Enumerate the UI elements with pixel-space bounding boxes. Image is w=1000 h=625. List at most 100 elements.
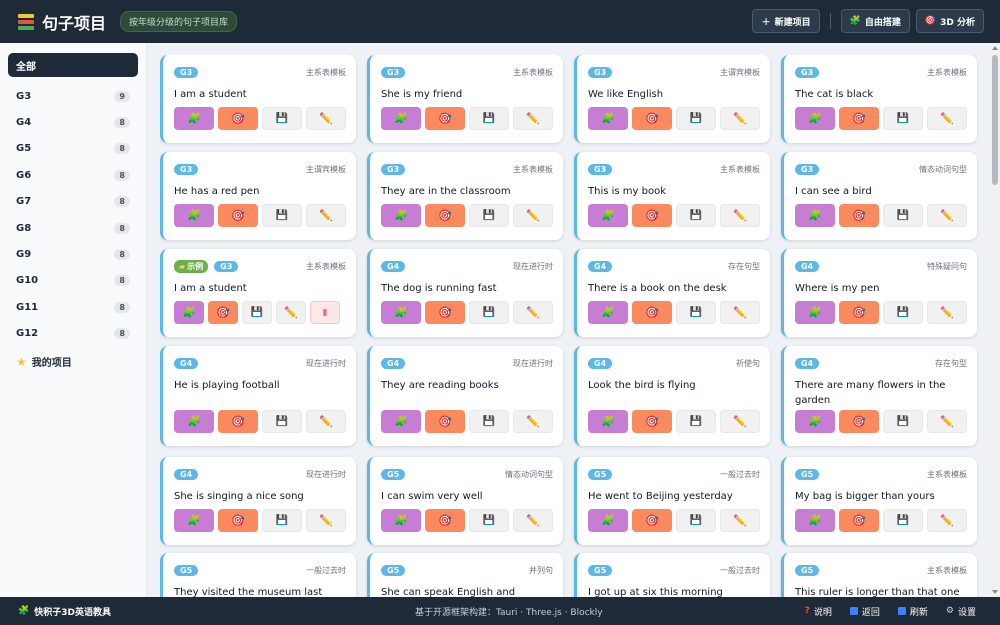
analyze-button[interactable]: 🎯 [425,107,465,130]
build-button[interactable]: 🧩 [588,204,628,227]
project-card[interactable]: G3 情态动词句型 I can see a bird 🧩 🎯 💾 ✏️ [781,152,977,240]
project-card[interactable]: G3 主谓宾模板 He has a red pen 🧩 🎯 💾 ✏️ [160,152,356,240]
project-card[interactable]: G4 现在进行时 The dog is running fast 🧩 🎯 💾 ✏… [367,249,563,337]
save-button[interactable]: 💾 [883,301,923,324]
analyze-button[interactable]: 🎯 [218,107,258,130]
build-button[interactable]: 🧩 [588,509,628,532]
save-button[interactable]: 💾 [883,204,923,227]
help-link[interactable]: ? 说明 [805,605,832,618]
scroll-down-icon[interactable] [992,590,998,594]
settings-link[interactable]: ⚙ 设置 [946,605,976,618]
analyze-button[interactable]: 🎯 [218,410,258,433]
edit-button[interactable]: ✏️ [927,509,967,532]
save-button[interactable]: 💾 [262,204,302,227]
analyze-button[interactable]: 🎯 [425,410,465,433]
edit-button[interactable]: ✏️ [306,204,346,227]
edit-button[interactable]: ✏️ [276,301,306,324]
edit-button[interactable]: ✏️ [720,204,760,227]
analyze-button[interactable]: 🎯 [839,509,879,532]
sidebar-item-all[interactable]: 全部 [8,53,138,77]
project-card[interactable]: G3 主系表模板 I am a student 🧩 🎯 💾 ✏️ [160,55,356,143]
build-button[interactable]: 🧩 [174,301,204,324]
project-card[interactable]: G5 主系表模板 This ruler is longer than that … [781,553,977,597]
project-card[interactable]: G3 主系表模板 The cat is black 🧩 🎯 💾 ✏️ [781,55,977,143]
save-button[interactable]: 💾 [242,301,272,324]
project-card[interactable]: G5 一般过去时 They visited the museum last we… [160,553,356,597]
save-button[interactable]: 💾 [883,107,923,130]
analyze-button[interactable]: 🎯 [425,301,465,324]
build-button[interactable]: 🧩 [795,204,835,227]
project-card[interactable]: G5 一般过去时 He went to Beijing yesterday 🧩 … [574,457,770,545]
sidebar-item-g9[interactable]: G9 8 [0,241,146,267]
save-button[interactable]: 💾 [469,107,509,130]
project-card[interactable]: G5 情态动词句型 I can swim very well 🧩 🎯 💾 ✏️ [367,457,563,545]
analyze-button[interactable]: 🎯 [218,509,258,532]
analyze-button[interactable]: 🎯 [839,301,879,324]
project-card[interactable]: G4 现在进行时 He is playing football 🧩 🎯 💾 ✏️ [160,346,356,446]
project-card[interactable]: G3 主系表模板 This is my book 🧩 🎯 💾 ✏️ [574,152,770,240]
edit-button[interactable]: ✏️ [306,410,346,433]
save-button[interactable]: 💾 [676,410,716,433]
project-card[interactable]: G3 主谓宾模板 We like English 🧩 🎯 💾 ✏️ [574,55,770,143]
analyze-button[interactable]: 🎯 [425,204,465,227]
project-card[interactable]: G4 特殊疑问句 Where is my pen 🧩 🎯 💾 ✏️ [781,249,977,337]
save-button[interactable]: 💾 [262,107,302,130]
project-card[interactable]: G4 现在进行时 They are reading books 🧩 🎯 💾 ✏️ [367,346,563,446]
save-button[interactable]: 💾 [883,509,923,532]
sidebar-item-g10[interactable]: G10 8 [0,268,146,294]
save-button[interactable]: 💾 [676,204,716,227]
edit-button[interactable]: ✏️ [927,301,967,324]
sidebar-item-g12[interactable]: G12 8 [0,321,146,347]
save-button[interactable]: 💾 [676,301,716,324]
vertical-scrollbar[interactable] [990,43,1000,597]
save-button[interactable]: 💾 [676,509,716,532]
scroll-up-icon[interactable] [992,46,998,50]
project-card[interactable]: G4 存在句型 There are many flowers in the ga… [781,346,977,446]
edit-button[interactable]: ✏️ [306,107,346,130]
analyze-button[interactable]: 🎯 [208,301,238,324]
edit-button[interactable]: ✏️ [720,410,760,433]
project-card[interactable]: G5 主系表模板 My bag is bigger than yours 🧩 🎯… [781,457,977,545]
edit-button[interactable]: ✏️ [513,301,553,324]
save-button[interactable]: 💾 [262,509,302,532]
3d-analysis-button[interactable]: 🎯 3D 分析 [915,9,984,33]
save-button[interactable]: 💾 [469,204,509,227]
build-button[interactable]: 🧩 [795,410,835,433]
build-button[interactable]: 🧩 [174,204,214,227]
analyze-button[interactable]: 🎯 [839,410,879,433]
build-button[interactable]: 🧩 [381,509,421,532]
save-button[interactable]: 💾 [469,410,509,433]
project-card[interactable]: G3 主系表模板 She is my friend 🧩 🎯 💾 ✏️ [367,55,563,143]
project-card[interactable]: G4 现在进行时 She is singing a nice song 🧩 🎯 … [160,457,356,545]
edit-button[interactable]: ✏️ [720,301,760,324]
analyze-button[interactable]: 🎯 [632,107,672,130]
build-button[interactable]: 🧩 [174,410,214,433]
edit-button[interactable]: ✏️ [513,410,553,433]
sidebar-item-g11[interactable]: G11 8 [0,294,146,320]
refresh-link[interactable]: 刷新 [897,605,928,618]
build-button[interactable]: 🧩 [588,301,628,324]
scroll-thumb[interactable] [992,55,998,185]
edit-button[interactable]: ✏️ [720,509,760,532]
project-card[interactable]: ▰ 示例 G3 主系表模板 I am a student 🧩 🎯 💾 ✏️ ▮ [160,249,356,337]
project-card[interactable]: G4 祈使句 Look the bird is flying 🧩 🎯 💾 ✏️ [574,346,770,446]
sidebar-item-g5[interactable]: G5 8 [0,136,146,162]
project-card[interactable]: G5 一般过去时 I got up at six this morning 🧩 … [574,553,770,597]
analyze-button[interactable]: 🎯 [425,509,465,532]
save-button[interactable]: 💾 [469,301,509,324]
free-build-button[interactable]: 🧩 自由搭建 [840,9,910,33]
delete-button[interactable]: ▮ [310,301,340,324]
edit-button[interactable]: ✏️ [927,204,967,227]
analyze-button[interactable]: 🎯 [632,509,672,532]
analyze-button[interactable]: 🎯 [839,204,879,227]
save-button[interactable]: 💾 [676,107,716,130]
save-button[interactable]: 💾 [883,410,923,433]
edit-button[interactable]: ✏️ [513,107,553,130]
project-card[interactable]: G5 并列句 She can speak English and Chinese… [367,553,563,597]
new-project-button[interactable]: + 新建项目 [752,9,820,33]
sidebar-item-my-projects[interactable]: ★ 我的项目 [0,349,146,375]
edit-button[interactable]: ✏️ [513,509,553,532]
project-card[interactable]: G4 存在句型 There is a book on the desk 🧩 🎯 … [574,249,770,337]
build-button[interactable]: 🧩 [174,107,214,130]
save-button[interactable]: 💾 [262,410,302,433]
